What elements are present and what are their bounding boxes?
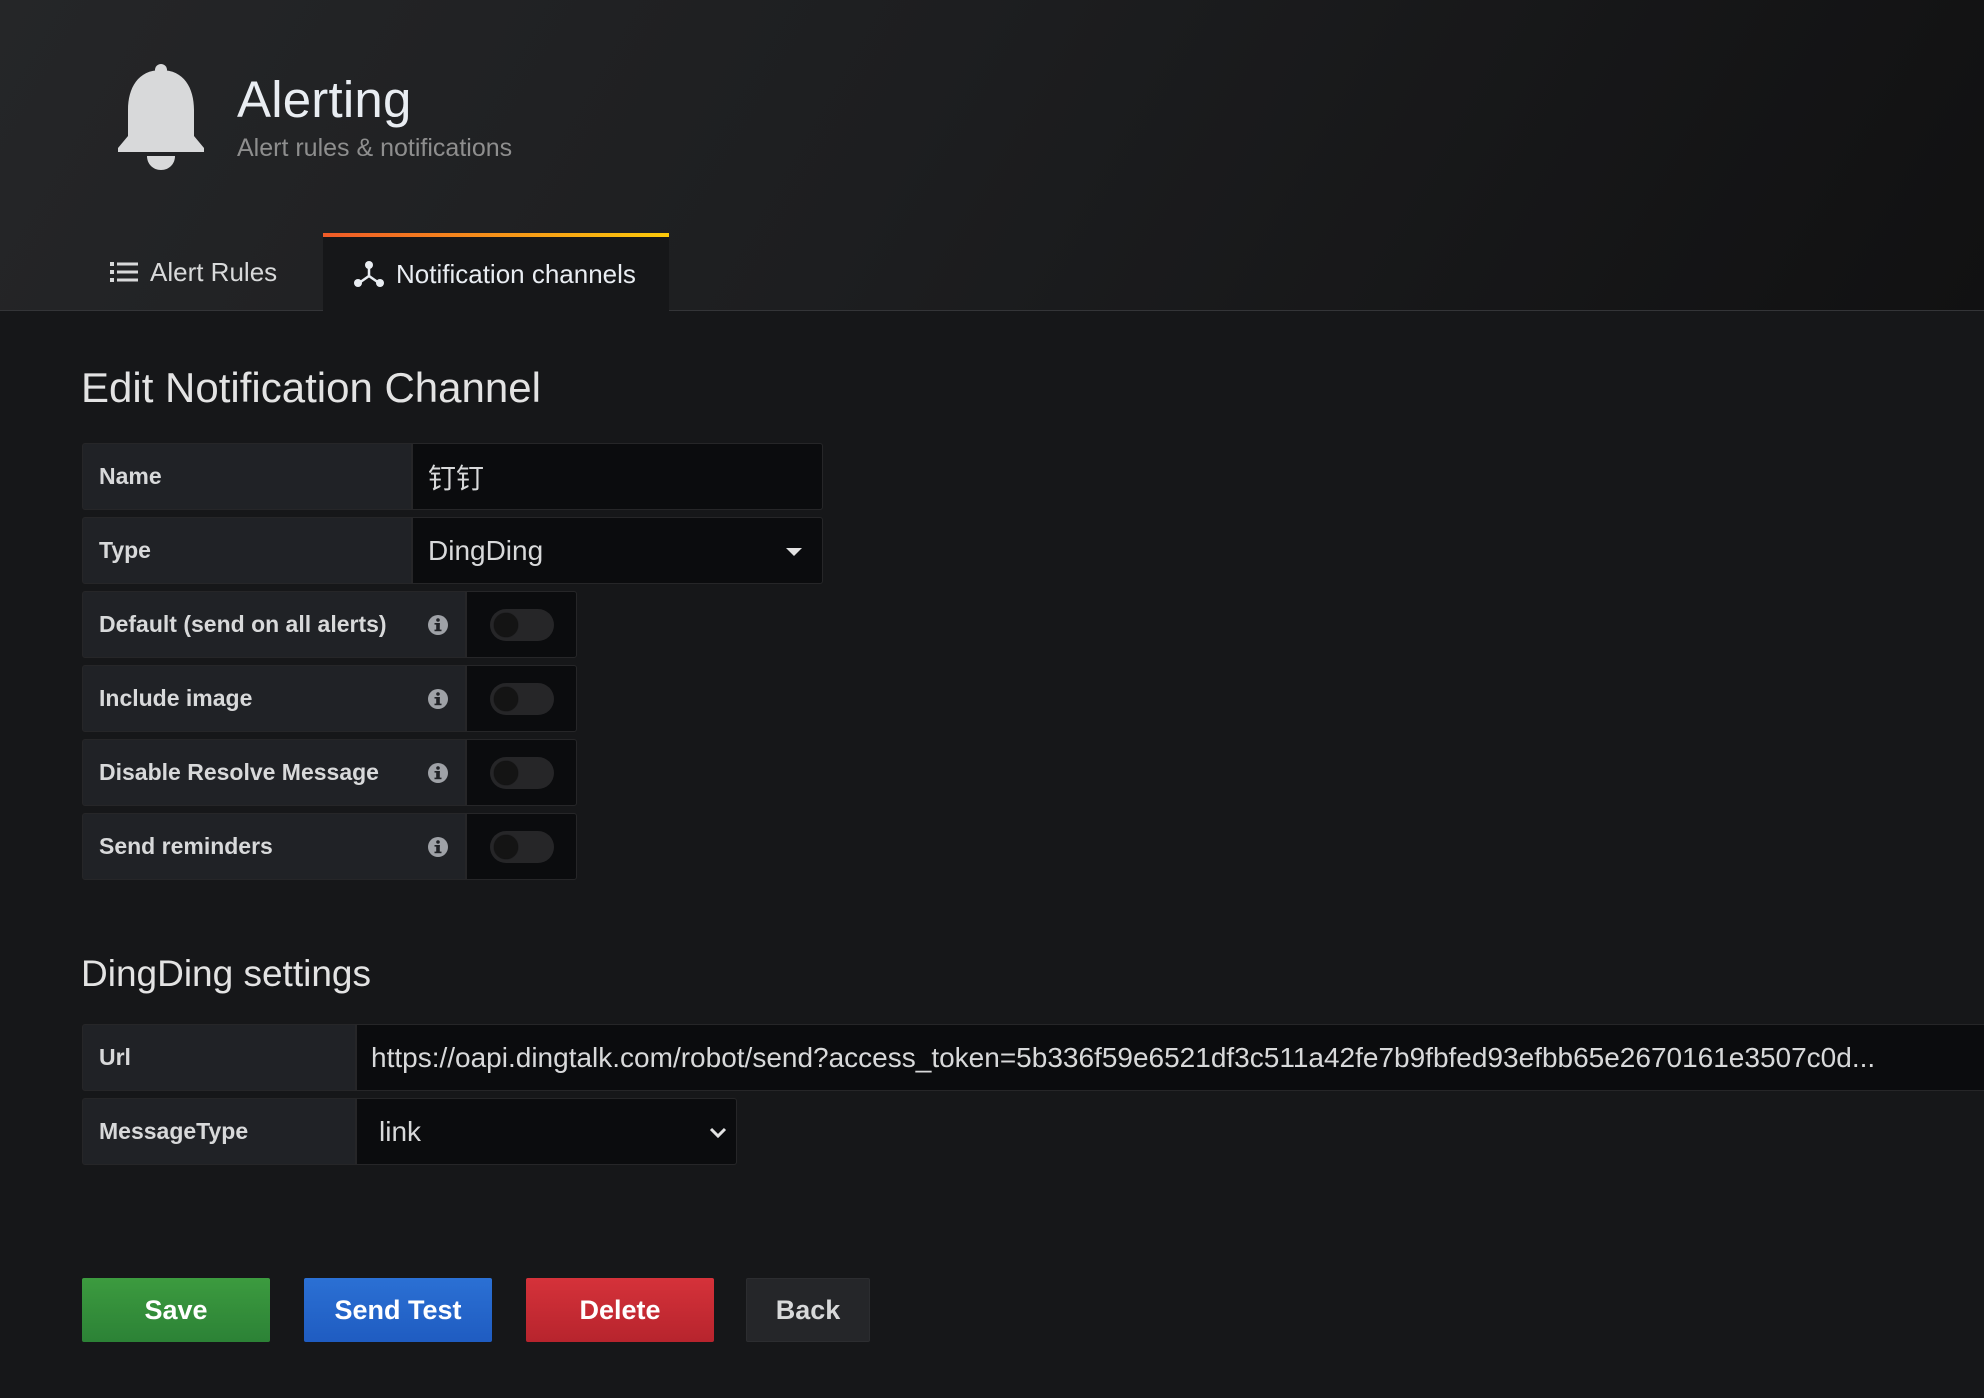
- name-input[interactable]: 钉钉: [412, 443, 823, 510]
- disable-resolve-toggle-label: Disable Resolve Message: [99, 759, 379, 785]
- message-type-label: MessageType: [82, 1098, 356, 1165]
- form-row-url: Url https://oapi.dingtalk.com/robot/send…: [82, 1024, 1984, 1091]
- page-header: Alerting Alert rules & notifications Ale…: [0, 0, 1984, 311]
- toggle-track: [489, 756, 554, 789]
- form-row-type: Type DingDing: [82, 517, 823, 584]
- toggle-track: [489, 608, 554, 641]
- page-title: Alerting: [237, 71, 412, 128]
- page-subtitle: Alert rules & notifications: [237, 134, 513, 162]
- include-image-toggle-label: Include image: [99, 685, 253, 711]
- info-circle-icon[interactable]: [427, 836, 449, 858]
- type-select-value: DingDing: [428, 534, 544, 566]
- bell-icon: [118, 64, 204, 170]
- url-label: Url: [82, 1024, 356, 1091]
- type-label: Type: [82, 517, 412, 584]
- tab-notification-channels[interactable]: Notification channels: [323, 233, 669, 311]
- section-heading-dingding: DingDing settings: [81, 953, 371, 994]
- save-button[interactable]: Save: [82, 1278, 270, 1342]
- tab-label: Alert Rules: [150, 256, 278, 287]
- form-row-disable-resolve: Disable Resolve Message: [82, 739, 577, 806]
- caret-down-icon: [786, 548, 802, 556]
- toggle-knob: [493, 834, 518, 859]
- form-row-include-image: Include image: [82, 665, 577, 732]
- section-heading-edit: Edit Notification Channel: [81, 364, 541, 411]
- toggle-track: [489, 830, 554, 863]
- message-type-value: link: [379, 1115, 422, 1147]
- send-test-button[interactable]: Send Test: [304, 1278, 492, 1342]
- chevron-down-icon: [709, 1127, 727, 1139]
- name-label: Name: [82, 443, 412, 510]
- toggle-label-row: Include image: [82, 665, 466, 732]
- delete-button[interactable]: Delete: [526, 1278, 714, 1342]
- send-reminders-toggle[interactable]: [466, 813, 577, 880]
- info-circle-icon[interactable]: [427, 688, 449, 710]
- toggle-knob: [493, 686, 518, 711]
- form-row-message-type: MessageType link: [82, 1098, 737, 1165]
- toggle-label-row: Default (send on all alerts): [82, 591, 466, 658]
- info-circle-icon[interactable]: [427, 762, 449, 784]
- info-circle-icon[interactable]: [427, 614, 449, 636]
- share-nodes-icon: [354, 261, 384, 287]
- list-icon: [110, 262, 138, 282]
- form-row-send-reminders: Send reminders: [82, 813, 577, 880]
- include-image-toggle[interactable]: [466, 665, 577, 732]
- toggle-knob: [493, 760, 518, 785]
- default-toggle[interactable]: [466, 591, 577, 658]
- url-input[interactable]: https://oapi.dingtalk.com/robot/send?acc…: [356, 1024, 1984, 1091]
- message-type-select[interactable]: link: [356, 1098, 737, 1165]
- form-row-name: Name 钉钉: [82, 443, 823, 510]
- default-toggle-label: Default (send on all alerts): [99, 611, 387, 637]
- toggle-label-row: Send reminders: [82, 813, 466, 880]
- form-row-default: Default (send on all alerts): [82, 591, 577, 658]
- disable-resolve-toggle[interactable]: [466, 739, 577, 806]
- toggle-label-row: Disable Resolve Message: [82, 739, 466, 806]
- toggle-track: [489, 682, 554, 715]
- back-button[interactable]: Back: [746, 1278, 870, 1342]
- type-select[interactable]: DingDing: [412, 517, 823, 584]
- tab-label: Notification channels: [396, 258, 636, 289]
- toggle-knob: [493, 612, 518, 637]
- tab-alert-rules[interactable]: Alert Rules: [110, 233, 310, 311]
- send-reminders-toggle-label: Send reminders: [99, 833, 273, 859]
